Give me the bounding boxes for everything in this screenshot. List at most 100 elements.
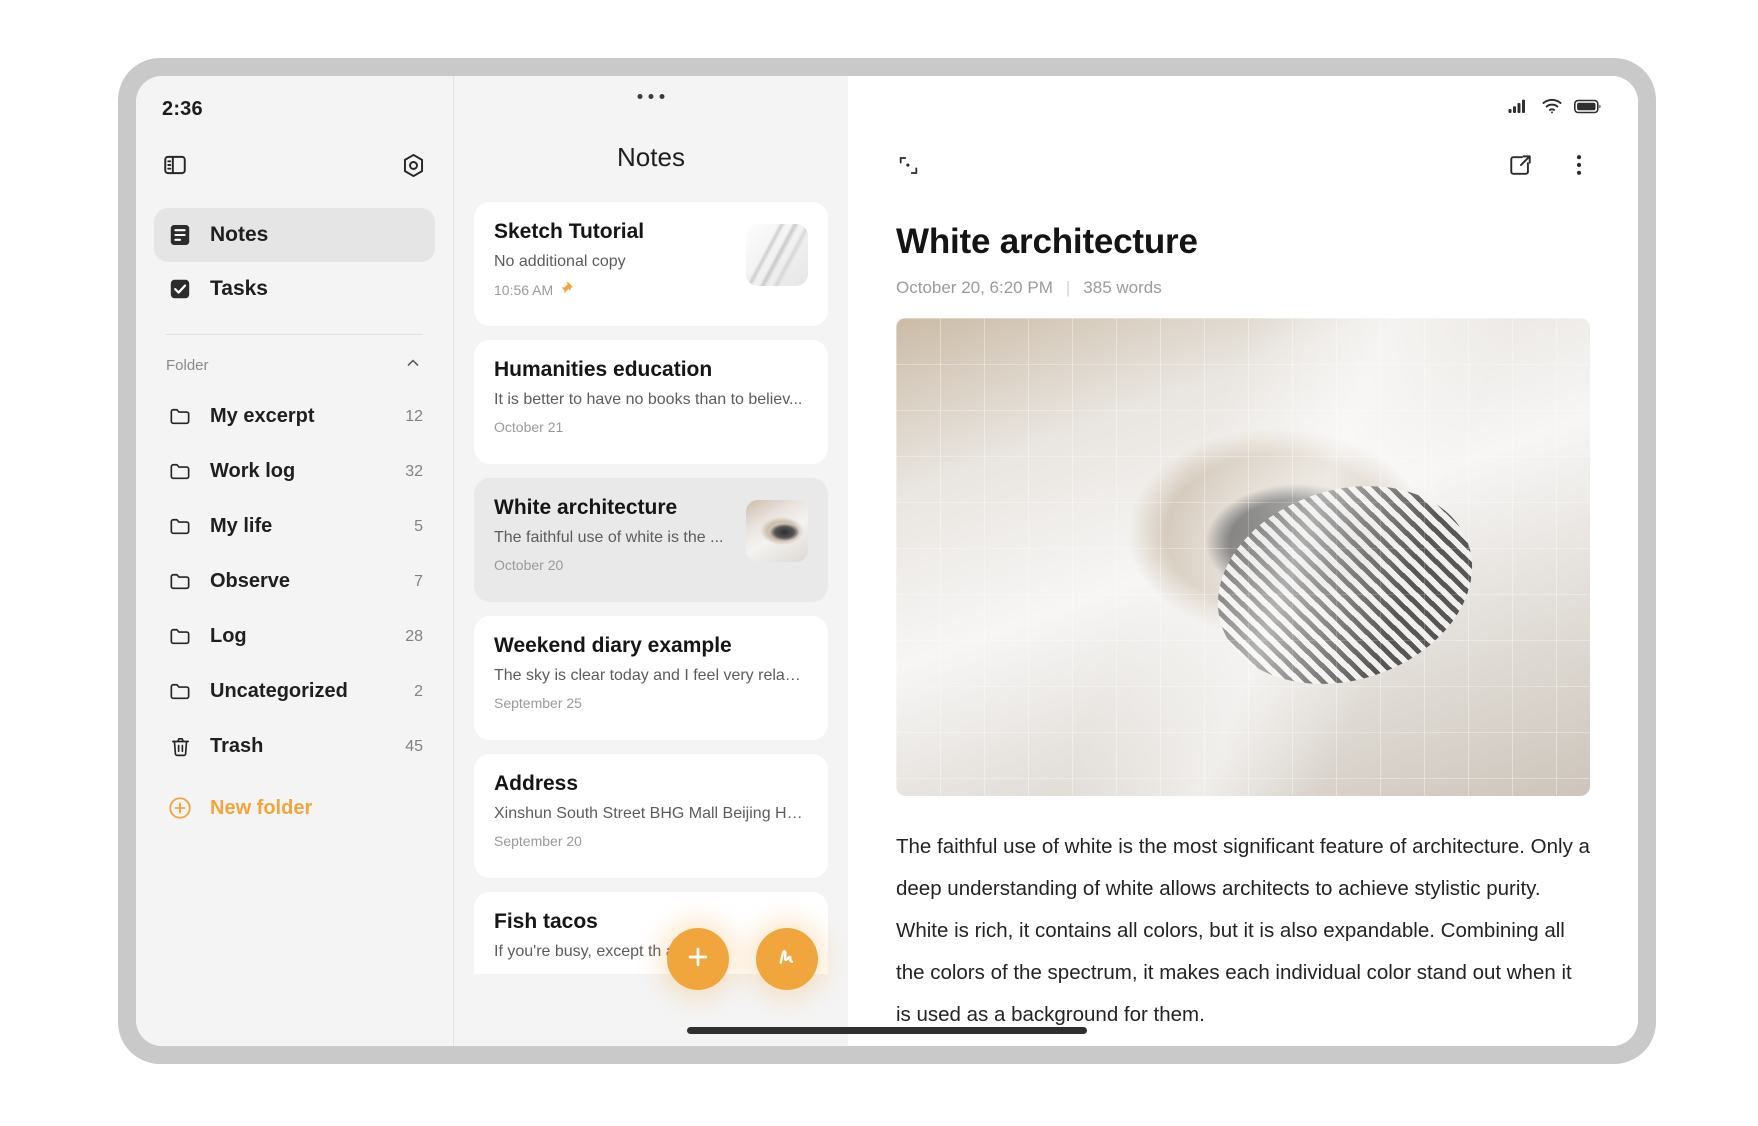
folder-icon <box>166 513 194 541</box>
note-title: Fish tacos <box>494 910 598 933</box>
sidebar-toolbar <box>154 138 435 192</box>
folder-list: My excerpt 12 Work log 32 My life 5 Obse… <box>154 389 435 774</box>
folder-item-label: Observe <box>210 570 291 592</box>
folder-item-count: 5 <box>414 517 423 535</box>
pin-icon <box>559 281 574 299</box>
note-card-weekend-diary-example[interactable]: Weekend diary example The sky is clear t… <box>474 616 828 740</box>
add-note-button[interactable] <box>667 928 729 990</box>
sidebar-panel-icon[interactable] <box>162 152 188 178</box>
meta-separator: | <box>1065 278 1071 297</box>
home-indicator[interactable] <box>687 1027 1087 1034</box>
sidebar-item-label: Tasks <box>210 277 268 300</box>
folder-section-header[interactable]: Folder <box>154 341 435 389</box>
folder-item-my-life[interactable]: My life 5 <box>154 499 435 554</box>
note-title: Weekend diary example <box>494 634 732 657</box>
folder-icon <box>166 623 194 651</box>
detail-toolbar-actions <box>1507 152 1590 179</box>
folder-item-label: Work log <box>210 460 296 482</box>
battery-icon <box>1574 99 1602 119</box>
note-snippet: It is better to have no books than to be… <box>494 391 803 408</box>
folder-item-label: Log <box>210 625 247 647</box>
folder-item-count: 7 <box>414 572 423 590</box>
note-detail-date: October 20, 6:20 PM <box>896 278 1053 297</box>
wifi-icon <box>1541 98 1563 119</box>
sidebar-divider <box>166 334 423 335</box>
sidebar-item-notes[interactable]: Notes <box>154 208 435 262</box>
note-card-white-architecture[interactable]: White architecture The faithful use of w… <box>474 478 828 602</box>
folder-icon <box>166 678 194 706</box>
notes-list-column: Notes Sketch Tutorial No additional copy… <box>454 76 848 1046</box>
sidebar: 2:36 Notes Tasks Folder My excerpt 12 Wo… <box>136 76 454 1046</box>
folder-item-label: My life <box>210 515 273 537</box>
notes-scroll-area[interactable]: Sketch Tutorial No additional copy 10:56… <box>474 202 828 974</box>
sidebar-item-label: Notes <box>210 223 269 246</box>
sidebar-item-tasks[interactable]: Tasks <box>154 262 435 316</box>
note-card-sketch-tutorial[interactable]: Sketch Tutorial No additional copy 10:56… <box>474 202 828 326</box>
note-hero-image <box>896 318 1590 796</box>
folder-icon <box>166 403 194 431</box>
more-vertical-icon[interactable] <box>1568 152 1590 178</box>
folder-item-count: 45 <box>405 737 423 755</box>
folder-item-log[interactable]: Log 28 <box>154 609 435 664</box>
plus-icon <box>684 943 712 976</box>
folder-item-observe[interactable]: Observe 7 <box>154 554 435 609</box>
note-date: 10:56 AM <box>494 282 554 298</box>
note-date: September 20 <box>494 833 582 849</box>
folder-item-label: My excerpt <box>210 405 315 427</box>
note-detail-pane: White architecture October 20, 6:20 PM |… <box>848 76 1638 1046</box>
folder-item-my-excerpt[interactable]: My excerpt 12 <box>154 389 435 444</box>
new-folder-label: New folder <box>210 796 313 819</box>
plus-circle-icon <box>166 794 194 822</box>
detail-toolbar <box>896 138 1590 192</box>
focus-frame-icon[interactable] <box>896 153 921 178</box>
note-detail-meta: October 20, 6:20 PM | 385 words <box>896 278 1590 298</box>
note-card-humanities-education[interactable]: Humanities education It is better to hav… <box>474 340 828 464</box>
share-external-icon[interactable] <box>1507 152 1534 179</box>
chevron-up-icon[interactable] <box>403 353 423 378</box>
trash-icon <box>166 733 194 761</box>
note-card-address[interactable]: Address Xinshun South Street BHG Mall Be… <box>474 754 828 878</box>
note-date: September 25 <box>494 695 582 711</box>
checkbox-icon <box>166 275 194 303</box>
note-body-text: The faithful use of white is the most si… <box>896 835 1590 1026</box>
folder-item-count: 2 <box>414 682 423 700</box>
note-meta: September 20 <box>494 833 808 849</box>
note-snippet: The sky is clear today and I feel very r… <box>494 667 807 684</box>
folder-item-count: 32 <box>405 462 423 480</box>
note-thumbnail <box>746 500 808 562</box>
more-horizontal-icon[interactable] <box>637 94 665 99</box>
handwriting-icon <box>772 942 802 977</box>
note-date: August 7 <box>494 971 549 974</box>
folder-item-label: Uncategorized <box>210 680 348 702</box>
note-snippet: Xinshun South Street BHG Mall Beijing Hu… <box>494 805 808 822</box>
folder-item-label: Trash <box>210 735 264 757</box>
folder-section-label: Folder <box>166 356 209 374</box>
handwriting-note-button[interactable] <box>756 928 818 990</box>
note-date: October 21 <box>494 419 564 435</box>
status-bar-icons <box>1508 98 1602 119</box>
folder-item-trash[interactable]: Trash 45 <box>154 719 435 774</box>
folder-item-work-log[interactable]: Work log 32 <box>154 444 435 499</box>
tablet-device-frame: 2:36 Notes Tasks Folder My excerpt 12 Wo… <box>118 58 1656 1064</box>
folder-item-uncategorized[interactable]: Uncategorized 2 <box>154 664 435 719</box>
device-screen: 2:36 Notes Tasks Folder My excerpt 12 Wo… <box>136 76 1638 1046</box>
hero-art-highlight <box>896 318 1590 796</box>
note-meta: September 25 <box>494 695 808 711</box>
folder-icon <box>166 458 194 486</box>
note-meta: October 21 <box>494 419 808 435</box>
note-detail-title: White architecture <box>896 222 1198 261</box>
note-title: Humanities education <box>494 358 713 381</box>
notes-icon <box>166 221 194 249</box>
new-folder-button[interactable]: New folder <box>154 780 435 836</box>
note-date: October 20 <box>494 557 564 573</box>
note-detail-word-count: 385 words <box>1083 278 1162 297</box>
gear-icon[interactable] <box>400 152 427 179</box>
note-thumbnail <box>746 224 808 286</box>
notes-list-title: Notes <box>617 142 685 172</box>
folder-icon <box>166 568 194 596</box>
status-bar-time: 2:36 <box>162 98 203 120</box>
folder-item-count: 12 <box>405 407 423 425</box>
note-title: Address <box>494 772 579 795</box>
folder-item-count: 28 <box>405 627 423 645</box>
sidebar-nav: Notes Tasks <box>154 208 435 316</box>
